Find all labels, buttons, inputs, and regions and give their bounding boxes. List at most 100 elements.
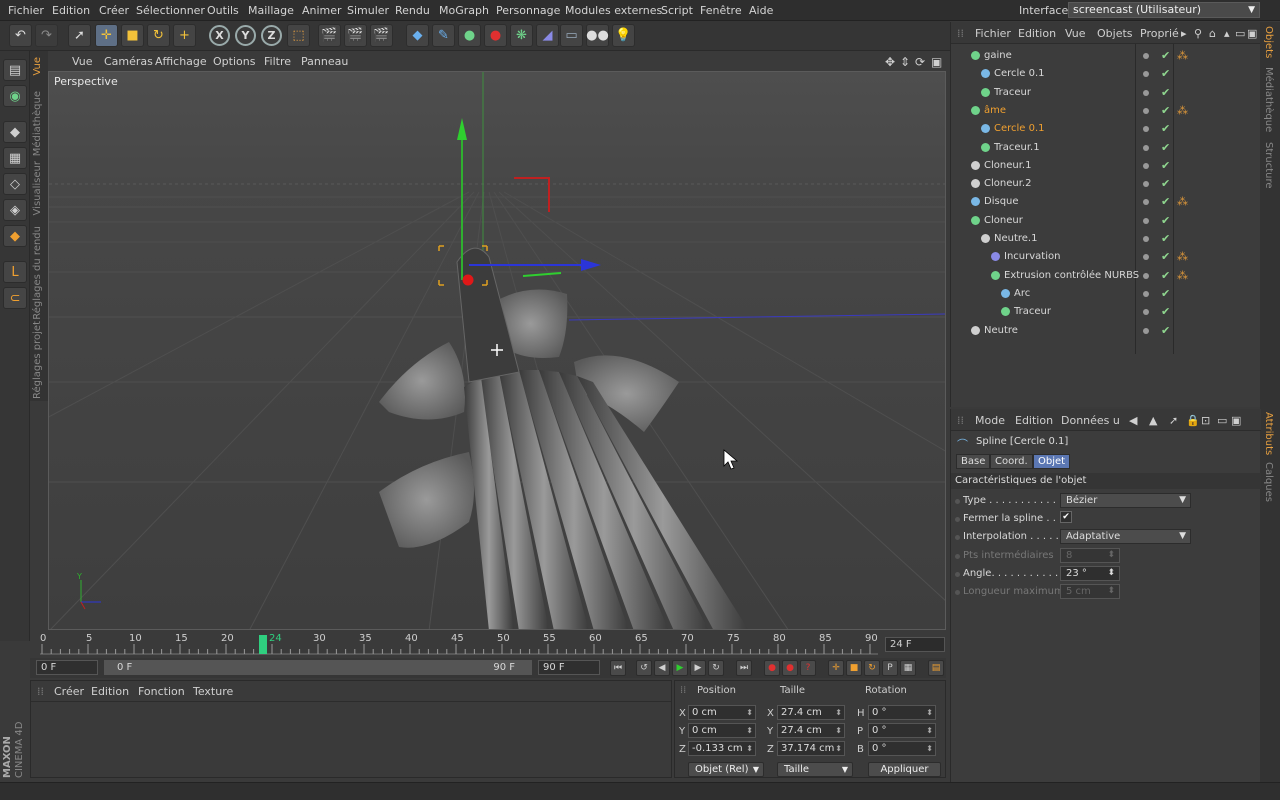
visibility-dot[interactable] [1143, 236, 1149, 242]
timeline[interactable]: 0 5 10 15 20 24 30 35 40 45 50 55 60 65 … [30, 632, 946, 658]
z-axis-toggle[interactable]: Z [261, 25, 282, 46]
object-mode-icon[interactable]: ◆ [3, 121, 27, 143]
object-row[interactable]: Traceur.1 ✔ [951, 139, 1261, 157]
current-frame-field[interactable]: 24 F [885, 637, 945, 652]
rotation-b-field[interactable]: 0 ° ⬍ [868, 741, 936, 756]
enabled-check-icon[interactable]: ✔ [1161, 324, 1170, 337]
material-menu-texture[interactable]: Texture [193, 685, 233, 698]
animate-bullet-icon[interactable] [955, 499, 960, 504]
visibility-dot[interactable] [1143, 126, 1149, 133]
record-icon[interactable]: ● [764, 660, 780, 676]
keyframe-selection-icon[interactable]: ? [800, 660, 816, 676]
material-menu-creer[interactable]: Créer [54, 685, 84, 698]
enabled-check-icon[interactable]: ✔ [1161, 159, 1170, 172]
tab-visualiseur[interactable]: Visualiseur [32, 161, 43, 215]
object-row[interactable]: gaine ✔ ⁂ [951, 47, 1261, 65]
visibility-dot[interactable] [1143, 327, 1149, 334]
animate-bullet-icon[interactable] [955, 571, 960, 577]
enabled-check-icon[interactable]: ✔ [1161, 232, 1170, 245]
animate-bullet-icon[interactable] [955, 553, 960, 559]
object-name[interactable]: Neutre.1 [994, 233, 1037, 244]
tag-icon[interactable]: ⁂ [1177, 250, 1188, 263]
key-scale-icon[interactable]: ■ [846, 660, 862, 676]
edit-render-settings-icon[interactable]: 🎬 [370, 24, 393, 47]
timeline-settings-icon[interactable]: ▤ [928, 660, 944, 676]
viewport-menu-affichage[interactable]: Affichage [155, 55, 207, 68]
add-icon[interactable]: + [173, 24, 196, 47]
object-menu-vue[interactable]: Vue [1065, 27, 1086, 40]
y-axis-toggle[interactable]: Y [235, 25, 256, 46]
enabled-check-icon[interactable]: ✔ [1161, 195, 1170, 208]
light-icon[interactable]: 💡 [612, 24, 635, 47]
camera-icon[interactable]: ●● [586, 24, 609, 47]
object-name[interactable]: Neutre [984, 325, 1018, 336]
menu-outils[interactable]: Outils [207, 4, 239, 17]
object-name[interactable]: Disque [984, 196, 1019, 207]
viewport-menu-options[interactable]: Options [213, 55, 255, 68]
attribute-number-field[interactable]: 8 ⬍ [1060, 547, 1120, 563]
play-icon[interactable]: ▶ [672, 660, 688, 676]
enabled-check-icon[interactable]: ✔ [1161, 177, 1170, 190]
visibility-dot[interactable] [1143, 71, 1149, 78]
menu-fenetre[interactable]: Fenêtre [700, 4, 742, 17]
visibility-dot[interactable] [1143, 144, 1149, 151]
axis-mode-icon[interactable]: L [3, 261, 27, 283]
render-picture-viewer-icon[interactable]: 🎬 [344, 24, 367, 47]
edges-mode-icon[interactable]: ◈ [3, 199, 27, 221]
position-z-field[interactable]: -0.133 cm ⬍ [688, 741, 756, 756]
viewport-3d[interactable]: Y Perspective [48, 71, 946, 630]
pan-view-icon[interactable]: ✥ [885, 55, 895, 69]
key-position-icon[interactable]: ✛ [828, 660, 844, 676]
object-name[interactable]: Incurvation [1004, 251, 1060, 262]
tab-mediatheque-right[interactable]: Médiathèque [1263, 67, 1274, 132]
attr-menu-donnees[interactable]: Données u [1061, 414, 1120, 427]
object-row[interactable]: Cercle 0.1 ✔ [951, 120, 1261, 138]
enabled-check-icon[interactable]: ✔ [1161, 122, 1170, 135]
pointer-icon[interactable]: ➚ [1169, 414, 1178, 427]
menu-script[interactable]: Script [661, 4, 693, 17]
size-z-field[interactable]: 37.174 cm ⬍ [777, 741, 845, 756]
object-name[interactable]: âme [984, 105, 1006, 116]
enabled-check-icon[interactable]: ✔ [1161, 86, 1170, 99]
menu-mograph[interactable]: MoGraph [439, 4, 489, 17]
up-arrow-icon[interactable]: ▲ [1149, 414, 1157, 427]
redo-icon[interactable]: ↷ [35, 24, 58, 47]
object-row[interactable]: âme ✔ ⁂ [951, 102, 1261, 120]
scroll-up-icon[interactable]: ▴ [1224, 27, 1230, 40]
cloner-icon[interactable]: ❋ [510, 24, 533, 47]
key-param-icon[interactable]: P [882, 660, 898, 676]
tag-icon[interactable]: ⁂ [1177, 195, 1188, 208]
animate-bullet-icon[interactable] [955, 517, 960, 523]
scene-icon[interactable]: ▭ [560, 24, 583, 47]
object-row[interactable]: Disque ✔ ⁂ [951, 193, 1261, 211]
visibility-dot[interactable] [1143, 53, 1149, 59]
viewport-menu-vue[interactable]: Vue [72, 55, 93, 68]
x-axis-toggle[interactable]: X [209, 25, 230, 46]
prev-key-icon[interactable]: ↺ [636, 660, 652, 676]
visibility-dot[interactable] [1143, 272, 1149, 279]
tab-vue[interactable]: Vue [32, 57, 43, 76]
object-name[interactable]: Traceur.1 [994, 142, 1040, 153]
object-row[interactable]: Extrusion contrôlée NURBS ✔ ⁂ [951, 267, 1261, 285]
apply-button[interactable]: Appliquer [868, 762, 941, 777]
end-frame-field[interactable]: 90 F [538, 660, 600, 675]
object-row[interactable]: Cercle 0.1 ✔ [951, 65, 1261, 83]
snap-icon[interactable]: ⊂ [3, 287, 27, 309]
rotate-icon[interactable]: ↻ [147, 24, 170, 47]
minimize-icon[interactable]: ▭ [1217, 414, 1227, 427]
object-row[interactable]: Cloneur ✔ [951, 212, 1261, 230]
model-mode-icon[interactable]: ◉ [3, 85, 27, 107]
menu-maillage[interactable]: Maillage [248, 4, 294, 17]
loop-icon[interactable]: ↻ [708, 660, 724, 676]
points-mode-icon[interactable]: ◇ [3, 173, 27, 195]
tag-icon[interactable]: ⁂ [1177, 49, 1188, 62]
rotation-h-field[interactable]: 0 ° ⬍ [868, 705, 936, 720]
object-name[interactable]: Traceur [1014, 306, 1051, 317]
viewport-menu-panneau[interactable]: Panneau [301, 55, 348, 68]
menu-rendu[interactable]: Rendu [395, 4, 430, 17]
size-y-field[interactable]: 27.4 cm ⬍ [777, 723, 845, 738]
object-row[interactable]: Neutre.1 ✔ [951, 230, 1261, 248]
minimize-icon[interactable]: ▭ [1235, 27, 1245, 40]
material-menu-edition[interactable]: Edition [91, 685, 129, 698]
tag-icon[interactable]: ⁂ [1177, 269, 1188, 282]
